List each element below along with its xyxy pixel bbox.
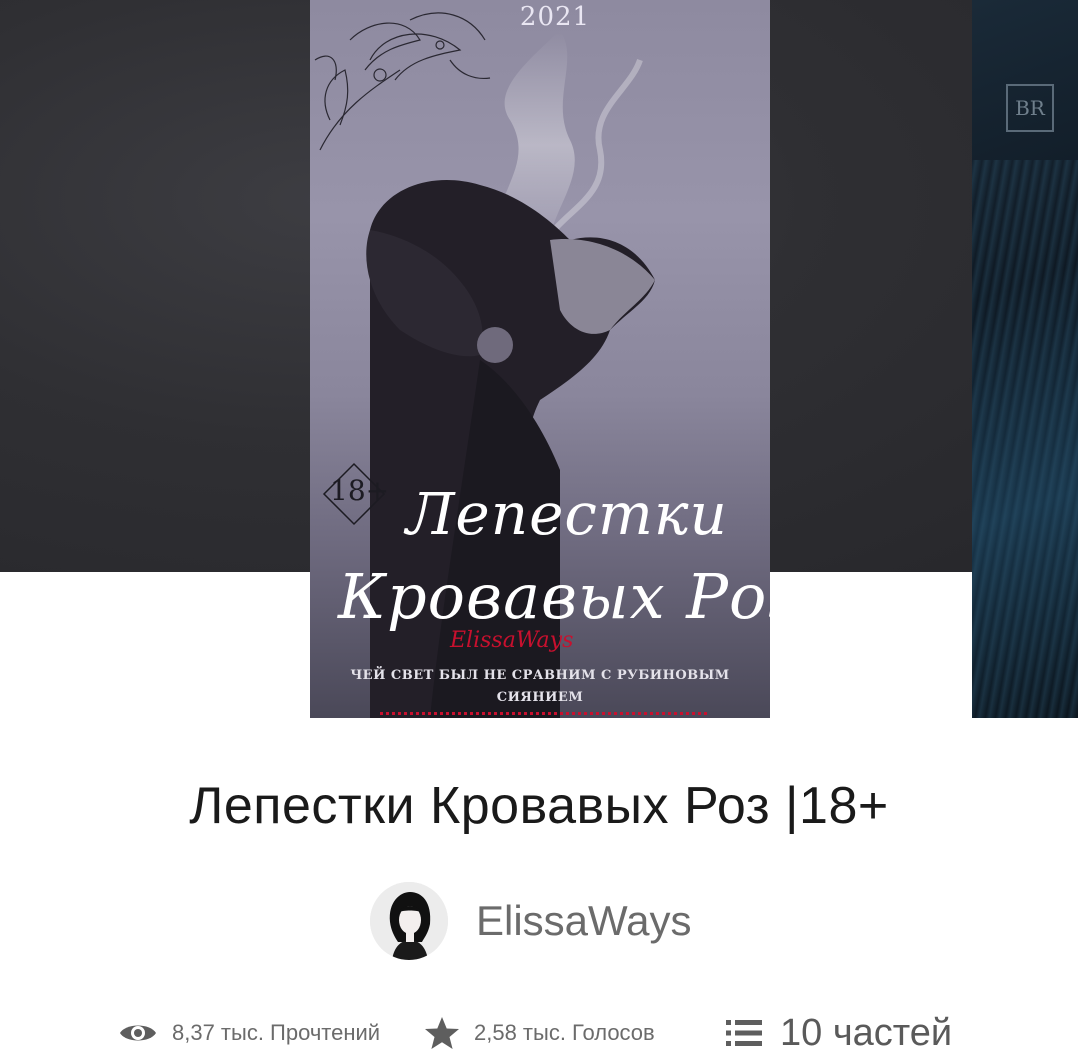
next-cover-artwork xyxy=(972,160,1078,718)
cover-tagline-line1: ЧЕЙ СВЕТ БЫЛ НЕ СРАВНИМ С РУБИНОВЫМ xyxy=(350,668,730,683)
next-cover-logo: BR xyxy=(1006,84,1054,132)
stat-parts[interactable]: 10 частей xyxy=(726,1008,952,1058)
cover-tagline-line2: СИЯНИЕМ xyxy=(496,690,584,705)
votes-count: 2,58 тыс. Голосов xyxy=(474,1020,655,1045)
next-story-cover[interactable]: BR xyxy=(972,0,1078,718)
reads-count: 8,37 тыс. Прочтений xyxy=(172,1020,381,1045)
story-cover[interactable]: 2021 18+ Лепестки Кровавых Роз ElissaWay… xyxy=(310,0,770,718)
story-stats: 8,37 тыс. Прочтений 2,58 тыс. Голосов 10… xyxy=(118,1008,1018,1058)
avatar[interactable] xyxy=(370,882,448,960)
avatar-portrait xyxy=(370,882,448,960)
cover-title-line1: Лепестки xyxy=(406,480,728,548)
cover-age-rating: 18+ xyxy=(330,474,390,507)
stat-reads: 8,37 тыс. Прочтений xyxy=(118,1008,380,1058)
parts-count[interactable]: 10 частей xyxy=(780,1012,952,1055)
stat-votes: 2,58 тыс. Голосов xyxy=(424,1008,655,1058)
star-icon xyxy=(425,1017,459,1049)
story-title: Лепестки Кровавых Роз |18+ xyxy=(189,777,889,835)
story-details-page: BR 2021 18+ Лепестки Кровавых Роз Elissa… xyxy=(0,0,1078,1062)
cover-year: 2021 xyxy=(519,2,591,32)
cover-title-line2: Кровавых Роз xyxy=(338,560,770,633)
author-link[interactable]: ElissaWays xyxy=(370,881,691,961)
cover-dotted-divider xyxy=(380,712,710,715)
cover-author-signature: ElissaWays xyxy=(450,628,574,653)
author-name[interactable]: ElissaWays xyxy=(476,897,691,945)
list-icon xyxy=(726,1020,762,1046)
eye-icon xyxy=(120,1025,156,1041)
